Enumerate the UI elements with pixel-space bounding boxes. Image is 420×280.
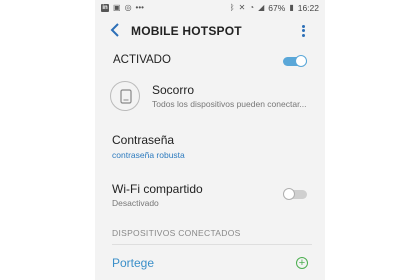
hotspot-toggle[interactable]	[283, 55, 307, 67]
password-row[interactable]: Contraseña contraseña robusta	[95, 128, 325, 164]
mute-icon: ✕	[238, 2, 246, 12]
connected-devices-header: DISPOSITIVOS CONECTADOS	[112, 228, 241, 238]
battery-icon: ▮	[289, 2, 294, 12]
password-value: contraseña robusta	[112, 150, 185, 160]
linkedin-icon: in	[101, 3, 109, 12]
wifi-sharing-row[interactable]: Wi-Fi compartido Desactivado	[95, 176, 325, 212]
whatsapp-icon: ◎	[124, 2, 132, 12]
bluetooth-icon: ᛒ	[229, 2, 235, 12]
device-icon	[110, 81, 140, 111]
clock: 16:22	[297, 2, 319, 13]
network-name: Socorro	[152, 83, 195, 97]
battery-text: 67%	[268, 2, 286, 13]
page-title: MOBILE HOTSPOT	[131, 24, 242, 38]
more-dots-icon: •••	[135, 2, 144, 12]
phone-screen: in ▣ ◎ ••• ᛒ ✕ ◔ ◢ 67% ▮ 16:22 MOBILE HO…	[95, 0, 325, 280]
more-vert-icon[interactable]	[300, 23, 306, 39]
hotspot-toggle-row[interactable]: ACTIVADO	[95, 48, 325, 74]
signal-icon: ◢	[258, 2, 265, 12]
hotspot-status-label: ACTIVADO	[113, 54, 171, 66]
password-label: Contraseña	[112, 133, 175, 147]
section-divider	[112, 244, 312, 245]
network-subtitle: Todos los dispositivos pueden conectar..…	[152, 99, 307, 109]
chevron-left-icon[interactable]	[108, 21, 122, 39]
wifi-sharing-label: Wi-Fi compartido	[112, 182, 203, 196]
image-icon: ▣	[113, 2, 121, 12]
device-name: Portege	[112, 256, 155, 270]
app-bar: MOBILE HOTSPOT	[95, 15, 325, 47]
network-name-row[interactable]: Socorro Todos los dispositivos pueden co…	[95, 76, 325, 120]
wifi-sharing-status: Desactivado	[112, 198, 159, 208]
status-bar: in ▣ ◎ ••• ᛒ ✕ ◔ ◢ 67% ▮ 16:22	[95, 0, 325, 15]
add-icon[interactable]: +	[296, 257, 308, 269]
wifi-icon: ◔	[249, 2, 255, 12]
wifi-sharing-toggle[interactable]	[283, 188, 307, 200]
list-item[interactable]: Portege +	[95, 250, 325, 278]
